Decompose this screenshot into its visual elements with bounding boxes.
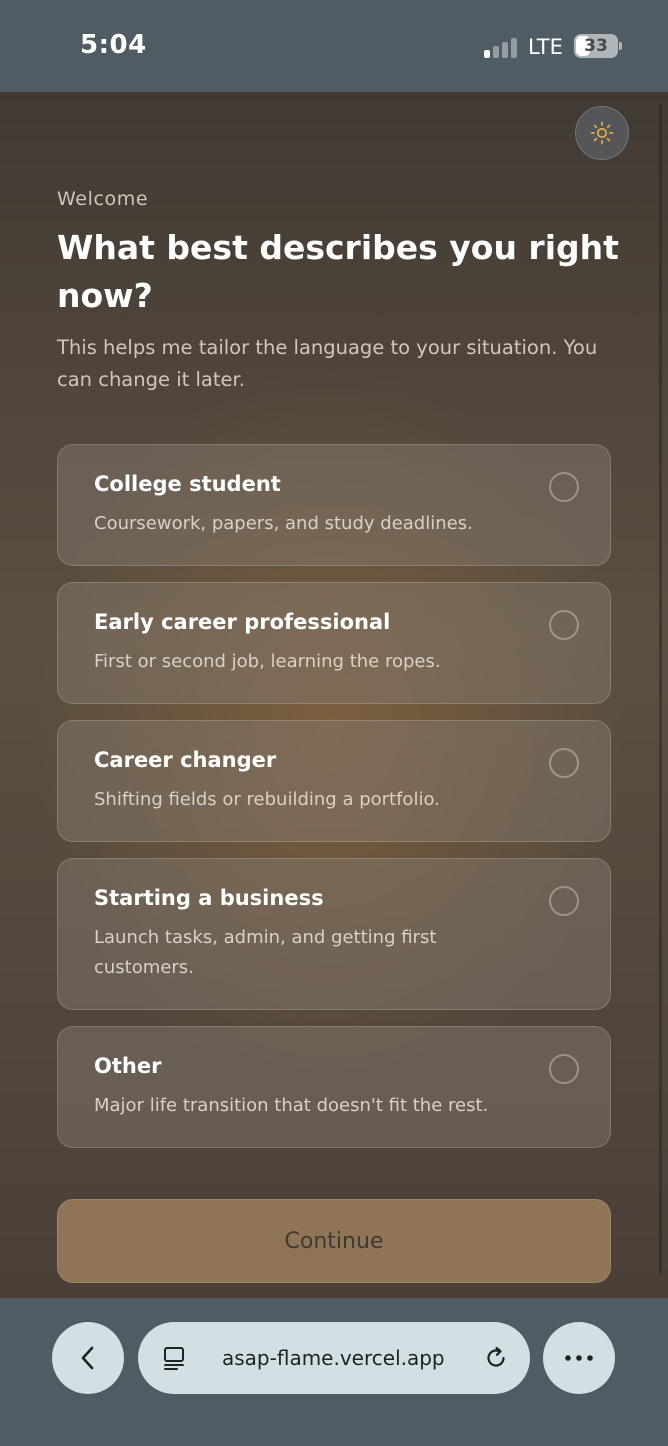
status-bar: 5:04 LTE 33 (0, 0, 668, 92)
option-description: Shifting fields or rebuilding a portfoli… (94, 789, 440, 810)
radio-button[interactable] (549, 610, 579, 640)
url-text[interactable]: asap-flame.vercel.app (222, 1346, 445, 1370)
network-label: LTE (528, 35, 563, 59)
scroll-indicator[interactable] (659, 104, 662, 1274)
option-other[interactable]: Other Major life transition that doesn't… (57, 1026, 611, 1148)
back-button[interactable] (52, 1322, 124, 1394)
page-icon[interactable] (160, 1344, 188, 1372)
radio-button[interactable] (549, 748, 579, 778)
option-starting-a-business[interactable]: Starting a business Launch tasks, admin,… (57, 858, 611, 1010)
option-career-changer[interactable]: Career changer Shifting fields or rebuil… (57, 720, 611, 842)
theme-toggle-button[interactable] (575, 106, 629, 160)
more-button[interactable] (543, 1322, 615, 1394)
options-list: College student Coursework, papers, and … (57, 444, 611, 1164)
option-college-student[interactable]: College student Coursework, papers, and … (57, 444, 611, 566)
option-description: First or second job, learning the ropes. (94, 651, 441, 672)
page-subtitle: This helps me tailor the language to you… (57, 336, 598, 391)
sun-icon (590, 121, 614, 145)
option-description: Major life transition that doesn't fit t… (94, 1095, 489, 1116)
option-description: Coursework, papers, and study deadlines. (94, 513, 473, 534)
radio-button[interactable] (549, 886, 579, 916)
continue-button[interactable]: Continue (57, 1199, 611, 1283)
onboarding-page: Welcome What best describes you right no… (0, 92, 668, 1298)
battery-level: 33 (584, 36, 608, 56)
radio-button[interactable] (549, 472, 579, 502)
reload-icon[interactable] (482, 1344, 510, 1372)
option-title: College student (94, 472, 281, 496)
option-title: Other (94, 1054, 162, 1078)
more-icon (565, 1355, 593, 1361)
option-description: Launch tasks, admin, and getting first c… (94, 927, 437, 978)
page-title: What best describes you right now? (57, 228, 619, 315)
battery-icon: 33 (574, 34, 618, 58)
option-title: Starting a business (94, 886, 324, 910)
chevron-left-icon (81, 1346, 94, 1370)
option-early-career-professional[interactable]: Early career professional First or secon… (57, 582, 611, 704)
eyebrow-label: Welcome (57, 188, 149, 210)
address-bar[interactable]: asap-flame.vercel.app (138, 1322, 530, 1394)
radio-button[interactable] (549, 1054, 579, 1084)
option-title: Early career professional (94, 610, 391, 634)
browser-toolbar: asap-flame.vercel.app (0, 1298, 668, 1446)
status-time: 5:04 (80, 30, 147, 60)
signal-icon (484, 36, 520, 58)
option-title: Career changer (94, 748, 277, 772)
battery-nub (619, 42, 622, 50)
